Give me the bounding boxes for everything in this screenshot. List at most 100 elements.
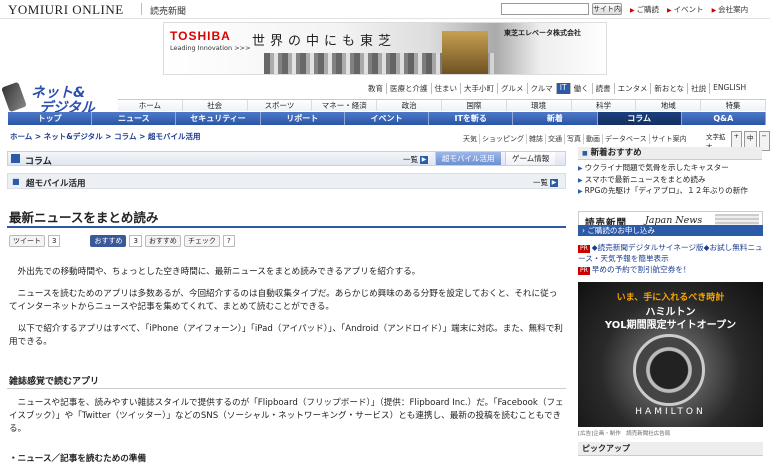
tool-link[interactable]: サイト案内 (648, 134, 689, 144)
breadcrumb[interactable]: ホーム > ネット&デジタル > コラム > 超モバイル活用 (10, 131, 200, 142)
promo-list: PR ◆読売新聞デジタルサイネージ版◆お試し無料ニュース・天気予報を簡単表示 PR… (578, 242, 764, 275)
sidebar-news-item[interactable]: ウクライナ問題で気骨を示したキャスター (578, 163, 764, 175)
logo-divider (141, 3, 142, 15)
tool-link[interactable]: データベース (602, 134, 649, 144)
tab-game[interactable]: ゲーム情報 (505, 152, 556, 165)
cat-link[interactable]: 社説 (687, 83, 709, 94)
paragraph: ニュースや記事を、読みやすい雑誌スタイルで提供するのが「Flipboard（フリ… (9, 398, 564, 434)
sidebar-news-item[interactable]: スマホで最新ニュースをまとめ読み (578, 175, 764, 187)
promo-item[interactable]: PR ◆読売新聞デジタルサイネージ版◆お試し無料ニュース・天気予報を簡単表示 (578, 242, 764, 264)
subscribe-link[interactable]: › ご購読のお申し込み (578, 225, 763, 236)
cat-link[interactable]: 住まい (430, 83, 461, 94)
section-tab[interactable]: トップ (8, 112, 93, 125)
ad-brand: HAMILTON (635, 407, 706, 417)
search-button[interactable]: サイト内 (592, 3, 622, 15)
nav-item[interactable]: 環境 (506, 100, 572, 111)
nav-item[interactable]: マネー・経済 (312, 100, 378, 111)
tool-link[interactable]: 雑誌 (526, 134, 545, 144)
share-buttons: ツイート 3 おすすめ 3 おすすめ チェック ? (9, 235, 235, 247)
promo-item[interactable]: PR 早めの予約で割引航空券を！ (578, 264, 764, 275)
nav-item[interactable]: ホーム (118, 100, 183, 111)
facebook-button[interactable]: おすすめ (90, 235, 127, 247)
mixi-button[interactable]: おすすめ (144, 235, 181, 247)
check-button[interactable]: チェック (183, 235, 220, 247)
section-tab[interactable]: Q&A (682, 112, 766, 125)
nav-item[interactable]: スポーツ (247, 100, 313, 111)
paragraph: 外出先での移動時間や、ちょっとした空き時間に、最新ニュースをまとめ読みできるアプ… (17, 267, 421, 277)
cat-link[interactable]: クルマ (526, 83, 556, 94)
cat-link[interactable]: エンタメ (613, 83, 651, 94)
link-events[interactable]: イベント (667, 4, 704, 15)
cat-link[interactable]: 働く (569, 83, 592, 94)
banner-company: 東芝エレベータ株式会社 (504, 29, 581, 37)
paragraph: ニュースを読むためのアプリは多数あるが、今回紹介するのは自動収集タイプだ。あらか… (9, 289, 558, 312)
ad-line-1: いま、手に入れるべき時計 (616, 293, 725, 303)
nav-item[interactable]: 特集 (701, 100, 766, 111)
sidebar-new-heading: 新着おすすめ (578, 147, 762, 160)
nav-item[interactable]: 国際 (441, 100, 507, 111)
ad-line-3: YOL期間限定サイトオープン (604, 320, 737, 331)
tweet-button[interactable]: ツイート (9, 235, 45, 247)
tool-link[interactable]: 天気 (461, 134, 479, 144)
tool-link[interactable]: 交通 (545, 134, 564, 144)
banner-tagline: Leading Innovation >>> (170, 44, 251, 52)
cat-link[interactable]: 大手小町 (460, 83, 497, 94)
column-bar: コラム 一覧 ▶ 超モバイル活用 ゲーム情報 (7, 151, 566, 167)
section-tab[interactable]: ニュース (92, 112, 177, 125)
hamilton-ad[interactable]: いま、手に入れるべき時計 ハミルトン YOL期間限定サイトオープン HAMILT… (578, 282, 763, 427)
sub-list-link[interactable]: 一覧 ▶ (533, 177, 558, 188)
link-company[interactable]: 会社案内 (712, 4, 748, 15)
global-nav: ホーム 社会 スポーツ マネー・経済 政治 国際 環境 科学 地域 特集 (118, 99, 766, 111)
tab-mobile[interactable]: 超モバイル活用 (435, 152, 501, 165)
section-tab[interactable]: イベント (345, 112, 430, 125)
arrow-right-icon: ▶ (550, 179, 558, 187)
nav-item[interactable]: 科学 (571, 100, 637, 111)
top-bar: YOMIURI ONLINE 読売新聞 サイト内 ご購読 イベント 会社案内 (0, 0, 770, 19)
watch-image (633, 334, 705, 406)
section-logo[interactable]: ネット& デジタル (1, 81, 113, 116)
nav-item[interactable]: 社会 (182, 100, 248, 111)
banner-copy: 世界の中にも東芝 (252, 34, 397, 49)
section-tab[interactable]: セキュリティー (176, 112, 261, 125)
facebook-count: 3 (129, 235, 142, 247)
section-nav: トップ ニュース セキュリティー リポート イベント ITを斬る 新着 コラム … (8, 112, 766, 125)
sub-column-bar: ■ 超モバイル活用 一覧 ▶ (7, 173, 566, 189)
section-tab-active[interactable]: コラム (597, 112, 682, 125)
banner-tower-image (442, 31, 488, 74)
cat-link[interactable]: 読書 (591, 83, 614, 94)
nav-item[interactable]: 地域 (636, 100, 702, 111)
nav-item[interactable]: 政治 (377, 100, 442, 111)
paper-name[interactable]: 読売新聞 (150, 4, 186, 17)
tool-link[interactable]: 動画 (583, 134, 602, 144)
cat-link-active[interactable]: IT (555, 83, 570, 94)
article-subheading: 雑誌感覚で読むアプリ (9, 377, 100, 387)
site-logo[interactable]: YOMIURI ONLINE (8, 2, 124, 18)
column-icon (11, 154, 20, 163)
column-list-link[interactable]: 一覧 ▶ (403, 154, 428, 165)
arrow-right-icon: ▶ (420, 156, 428, 164)
link-subscribe[interactable]: ご購読 (630, 4, 660, 15)
cat-link[interactable]: グルメ (497, 83, 527, 94)
section-tab[interactable]: ITを斬る (429, 112, 514, 125)
tool-links: 天気 ショッピング 雑誌 交通 写真 動画 データベース サイト案内 (461, 134, 689, 144)
banner-ad[interactable]: TOSHIBA Leading Innovation >>> 世界の中にも東芝 … (163, 22, 607, 75)
banner-brand: TOSHIBA (170, 29, 231, 43)
sidebar-news-item[interactable]: RPGの先駆け「ディアブロ」、１２年ぶりの新作 (578, 186, 764, 198)
phone-icon (1, 81, 27, 113)
article-bullet-heading: ・ニュース／記事を読むための準備 (9, 454, 147, 463)
article-title: 最新ニュースをまとめ読み (9, 210, 159, 225)
category-links: 教育 医療と介護 住まい 大手小町 グルメ クルマ IT 働く 読書 エンタメ … (365, 83, 749, 94)
cat-link[interactable]: 医療と介護 (386, 83, 431, 94)
ad-note: [広告]企画・制作 読売新聞社広告局 (578, 431, 671, 437)
section-tab[interactable]: リポート (261, 112, 345, 125)
tool-link[interactable]: ショッピング (479, 134, 526, 144)
check-count: ? (222, 235, 235, 247)
search-input[interactable] (501, 3, 589, 15)
section-tab[interactable]: 新着 (513, 112, 598, 125)
paragraph: 以下で紹介するアプリはすべて、「iPhone（アイフォーン）」「iPad（アイパ… (9, 324, 563, 347)
cat-link[interactable]: ENGLISH (709, 83, 749, 94)
cat-link[interactable]: 新おとな (650, 83, 687, 94)
tool-link[interactable]: 写真 (564, 134, 583, 144)
cat-link[interactable]: 教育 (365, 83, 386, 94)
sub-column-title: 超モバイル活用 (26, 179, 86, 189)
